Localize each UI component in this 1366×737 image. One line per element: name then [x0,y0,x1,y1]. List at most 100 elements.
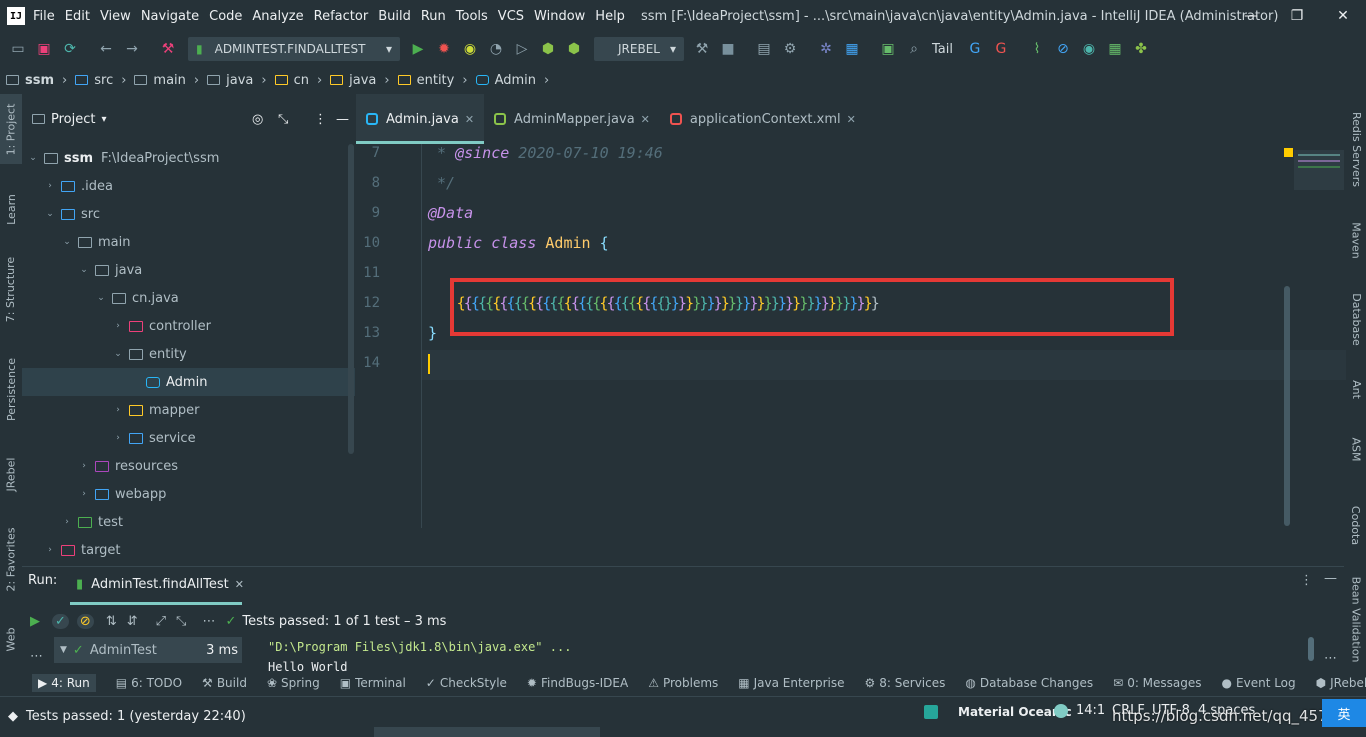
menu-tools[interactable]: Tools [456,9,488,24]
status-message[interactable]: Tests passed: 1 (yesterday 22:40) [26,709,246,724]
editor-tab[interactable]: AdminMapper.java ✕ [484,94,660,144]
jrebel-select[interactable]: JREBEL ▾ [594,37,684,61]
chevron-right-icon[interactable]: › [60,517,74,527]
tree-item[interactable]: › service [22,424,355,452]
more-options-icon[interactable]: ⋮ [314,112,327,127]
breadcrumb-item[interactable]: main › [134,73,207,88]
expand-all-icon[interactable]: ⤢ [156,614,166,629]
structure-grid-icon[interactable]: ▦ [840,37,864,61]
activity-monitor-icon[interactable]: ⌇ [1025,37,1049,61]
stop-icon[interactable]: ■ [716,37,740,61]
menu-analyze[interactable]: Analyze [252,9,303,24]
status-toggle-icon[interactable]: ◆ [8,709,18,724]
locate-icon[interactable]: ◎ [252,112,263,127]
left-tool-tab[interactable]: Web [0,614,22,664]
right-tool-tab[interactable]: Codota [1346,490,1366,560]
breadcrumb-item[interactable]: java › [330,73,397,88]
menu-view[interactable]: View [100,9,131,24]
hammer-icon[interactable]: ⚒ [690,37,714,61]
left-tool-tab[interactable]: 1: Project [0,94,22,164]
close-button[interactable]: ✕ [1320,0,1366,32]
chevron-down-icon[interactable]: ⌄ [26,153,40,163]
breadcrumb-item[interactable]: src › [75,73,134,88]
caret-position[interactable]: 14:1 [1076,703,1105,718]
chevron-right-icon[interactable]: › [43,181,57,191]
plugin-puzzle-icon[interactable]: ✤ [1129,37,1153,61]
show-ignored-icon[interactable]: ⊘ [76,613,94,629]
left-tool-tab[interactable]: Learn [0,184,22,234]
terminal-status-icon[interactable] [924,705,938,719]
menu-help[interactable]: Help [595,9,625,24]
collapse-all-icon[interactable]: ⤡ [176,614,186,629]
right-tool-tab[interactable]: ASM [1346,424,1366,474]
menu-code[interactable]: Code [209,9,242,24]
tree-item[interactable]: ⌄ ssm F:\IdeaProject\ssm [22,144,355,172]
translate-alt-icon[interactable]: G [989,37,1013,61]
tree-item[interactable]: › .idea [22,172,355,200]
chevron-down-icon[interactable]: ⌄ [43,209,57,219]
tree-item[interactable]: Admin [22,368,355,396]
terminal-icon[interactable]: ▣ [876,37,900,61]
chevron-down-icon[interactable]: ⌄ [77,265,91,275]
bottom-tool-tab[interactable]: ● Event Log [1222,676,1296,690]
hide-panel-icon[interactable]: — [1324,571,1337,586]
bottom-tool-tab[interactable]: ✉ 0: Messages [1113,676,1201,690]
jrebel-debug-icon[interactable]: ⬢ [562,37,586,61]
right-tool-tab[interactable]: Database [1346,284,1366,354]
chevron-right-icon[interactable]: › [111,433,125,443]
run-config-select[interactable]: ▮ ADMINTEST.FINDALLTEST ▾ [188,37,400,61]
bottom-tool-tab[interactable]: ▦ Java Enterprise [738,676,844,690]
menu-window[interactable]: Window [534,9,585,24]
chevron-down-icon[interactable]: ⌄ [94,293,108,303]
more-icon[interactable]: ⋯ [202,614,215,629]
left-tool-tab[interactable]: 2: Favorites [0,514,22,604]
tree-item[interactable]: › webapp [22,480,355,508]
bottom-tool-tab[interactable]: ✓ CheckStyle [426,676,507,690]
vcs-icon[interactable]: ⚙ [778,37,802,61]
tree-item[interactable]: › mapper [22,396,355,424]
minimize-button[interactable]: — [1228,0,1274,32]
tree-item[interactable]: ⌄ cn.java [22,284,355,312]
console-output[interactable]: "D:\Program Files\jdk1.8\bin\java.exe" .… [268,637,571,677]
tree-item[interactable]: ⌄ entity [22,340,355,368]
tree-item[interactable]: ⌄ main [22,228,355,256]
ime-icon[interactable]: 英 [1322,699,1366,727]
tree-item[interactable]: › controller [22,312,355,340]
build-hammer-icon[interactable]: ⚒ [156,37,180,61]
chevron-down-icon[interactable]: ⌄ [111,349,125,359]
right-tool-tab[interactable]: Ant [1346,364,1366,414]
bottom-tool-tab[interactable]: ▶ 4: Run [32,674,96,692]
project-panel-title[interactable]: Project [51,112,95,127]
translate-icon[interactable]: G [963,37,987,61]
breadcrumb-item[interactable]: cn › [274,73,331,88]
left-tool-tab[interactable]: Persistence [0,344,22,434]
save-icon[interactable]: ▣ [32,37,56,61]
chevron-down-icon[interactable]: ⌄ [60,237,74,247]
bottom-tool-tab[interactable]: ⚒ Build [202,676,247,690]
inspection-indicator-icon[interactable] [1284,148,1293,157]
menu-vcs[interactable]: VCS [498,9,524,24]
bottom-tool-tab[interactable]: ⚠ Problems [648,676,718,690]
lens-icon[interactable]: ◉ [1077,37,1101,61]
run-icon[interactable]: ▶ [406,37,430,61]
bottom-tool-tab[interactable]: ◍ Database Changes [965,676,1093,690]
profile-icon[interactable]: ◔ [484,37,508,61]
breadcrumb-item[interactable]: ssm › [6,73,75,88]
tree-item[interactable]: ⌄ java [22,256,355,284]
bottom-tool-tab[interactable]: ❀ Spring [267,676,320,690]
menu-build[interactable]: Build [378,9,411,24]
bottom-tool-tab[interactable]: ▣ Terminal [340,676,406,690]
left-tool-tab[interactable]: JRebel [0,444,22,504]
editor-tab[interactable]: applicationContext.xml ✕ [660,94,866,144]
chevron-right-icon[interactable]: › [111,405,125,415]
bottom-tool-tab[interactable]: ▤ 6: TODO [116,676,182,690]
collapse-icon[interactable]: ⤡ [278,112,288,127]
open-folder-icon[interactable]: ▭ [6,37,30,61]
right-tool-tab[interactable]: Maven [1346,210,1366,270]
left-tool-tab[interactable]: 7: Structure [0,244,22,334]
bottom-tool-tab[interactable]: ✹ FindBugs-IDEA [527,676,628,690]
editor-scrollbar[interactable] [1284,286,1290,526]
close-icon[interactable]: ✕ [235,578,244,591]
run-more-icon[interactable]: ▷ [510,37,534,61]
code-editor[interactable]: * @since 2020-07-10 19:46 */ @Data public … [422,144,1346,528]
